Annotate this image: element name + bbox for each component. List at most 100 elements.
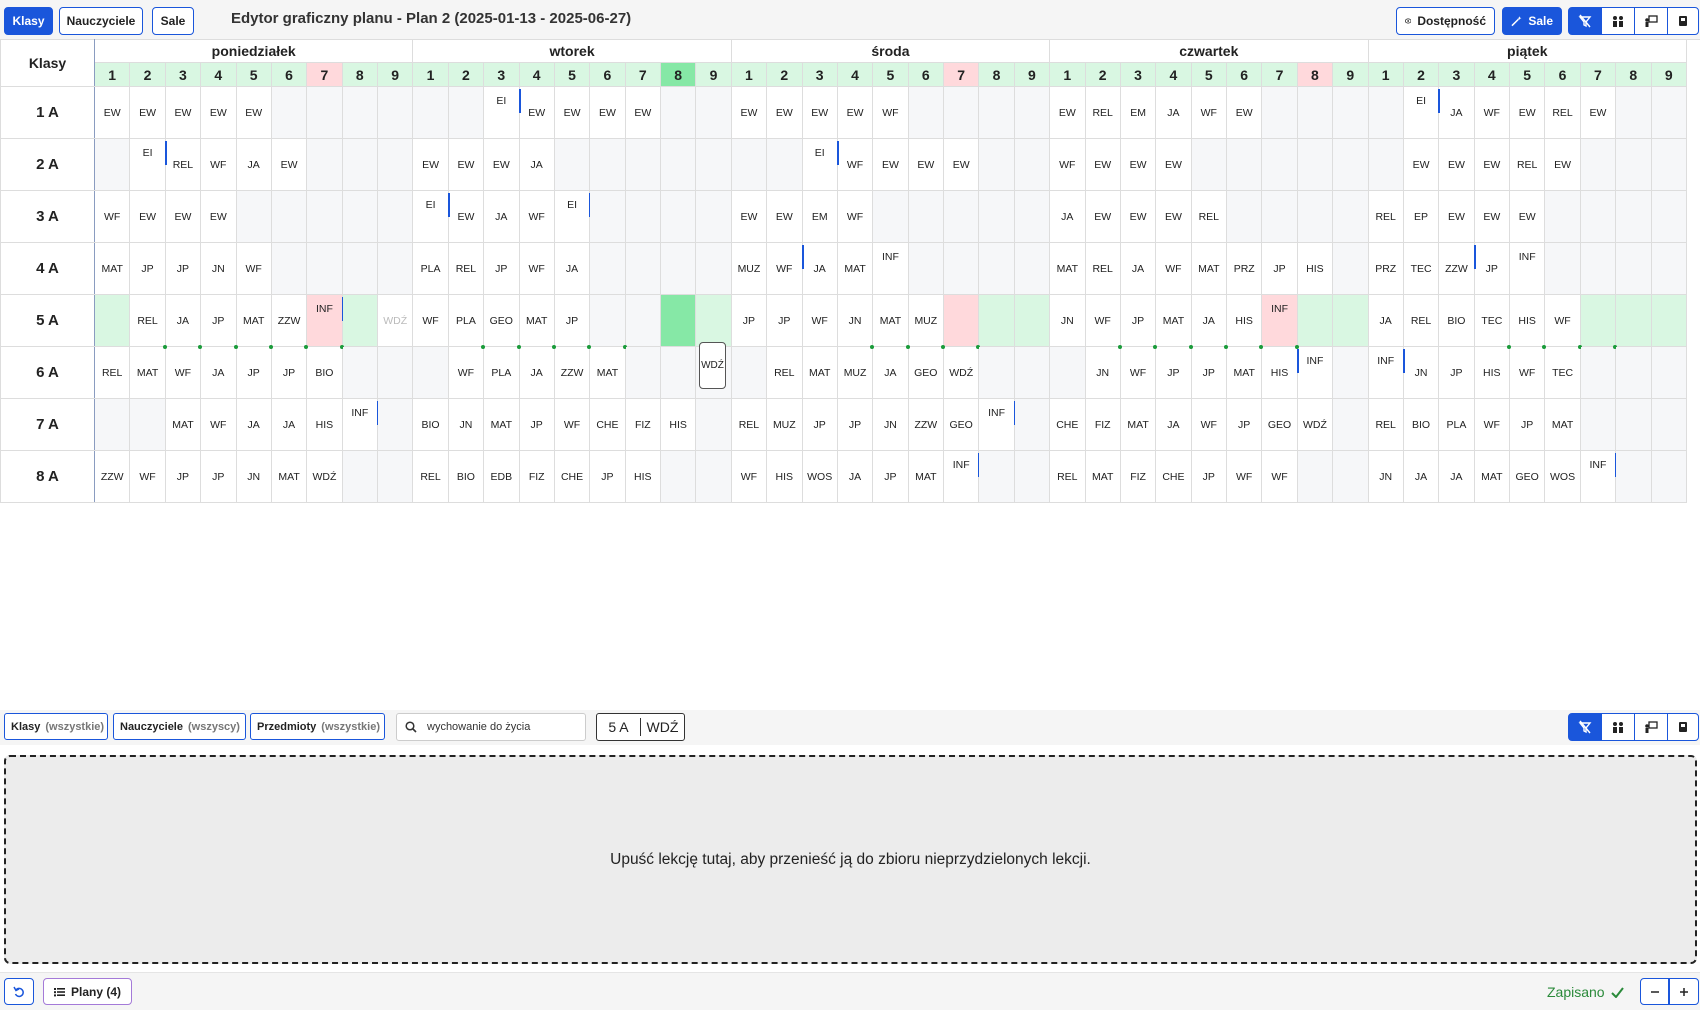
lesson-cell[interactable]: JA — [164, 294, 202, 347]
teacher-view-button-bottom[interactable] — [1634, 713, 1668, 741]
empty-slot[interactable] — [624, 242, 662, 295]
empty-slot[interactable] — [1615, 294, 1652, 347]
empty-slot[interactable] — [1013, 346, 1051, 399]
lesson-cell[interactable]: INF — [306, 294, 345, 347]
empty-slot[interactable] — [978, 138, 1015, 191]
lesson-cell[interactable]: JA — [1155, 86, 1192, 139]
empty-slot[interactable] — [942, 190, 980, 243]
empty-slot[interactable] — [695, 138, 732, 191]
empty-slot[interactable] — [695, 242, 732, 295]
empty-slot[interactable] — [1332, 86, 1369, 139]
lesson-cell[interactable]: MAT — [93, 242, 131, 295]
lesson-cell[interactable]: MAT — [872, 294, 909, 347]
empty-slot[interactable] — [659, 190, 697, 243]
lesson-cell[interactable]: EW — [164, 86, 202, 139]
lesson-cell[interactable]: EW — [1225, 86, 1263, 139]
lesson-cell[interactable]: MAT — [1084, 450, 1121, 503]
empty-slot[interactable] — [341, 190, 379, 243]
empty-slot[interactable] — [376, 190, 414, 243]
lesson-cell[interactable]: JP — [553, 294, 591, 347]
classes-filter-button[interactable]: Klasy (wszystkie) — [4, 713, 108, 740]
plans-button[interactable]: Plany (4) — [43, 978, 132, 1005]
lesson-cell[interactable]: MAT — [1049, 242, 1086, 295]
empty-slot[interactable] — [447, 86, 485, 139]
lesson-cell[interactable]: EP — [1402, 190, 1440, 243]
lesson-cell[interactable]: EW — [412, 138, 449, 191]
tab-teachers-button[interactable]: Nauczyciele — [59, 7, 143, 35]
empty-slot[interactable] — [907, 86, 945, 139]
empty-slot[interactable] — [1013, 190, 1051, 243]
lesson-cell[interactable]: EW — [1119, 138, 1157, 191]
empty-slot[interactable] — [624, 138, 662, 191]
teacher-view-button[interactable] — [1634, 7, 1668, 35]
empty-slot[interactable] — [624, 190, 662, 243]
lesson-cell[interactable]: CHE — [1155, 450, 1192, 503]
lesson-cell[interactable]: MAT — [235, 294, 272, 347]
empty-slot[interactable] — [1332, 294, 1369, 347]
empty-slot[interactable] — [1650, 346, 1687, 399]
lesson-cell[interactable]: MAT — [129, 345, 168, 399]
lesson-cell[interactable]: JA — [1155, 398, 1192, 451]
lesson-cell[interactable]: REL — [412, 450, 449, 503]
lesson-cell[interactable]: GEO — [942, 398, 980, 451]
lesson-cell[interactable]: JA — [518, 138, 555, 191]
lesson-cell[interactable]: INF — [1296, 346, 1334, 399]
empty-slot[interactable] — [589, 242, 626, 295]
empty-slot[interactable] — [341, 242, 379, 295]
empty-slot[interactable] — [93, 294, 131, 347]
lesson-cell[interactable]: WF — [1049, 138, 1086, 191]
lesson-cell[interactable]: EW — [730, 86, 768, 139]
lesson-cell[interactable]: JP — [589, 450, 626, 503]
lesson-cell[interactable]: INF — [1367, 346, 1406, 399]
lesson-cell[interactable]: MAT — [270, 450, 308, 503]
empty-slot[interactable] — [1615, 450, 1652, 503]
empty-slot[interactable] — [1544, 190, 1581, 243]
lesson-cell[interactable]: EW — [447, 190, 485, 243]
undo-button[interactable] — [4, 978, 34, 1005]
lesson-cell[interactable]: REL — [164, 138, 202, 191]
lesson-cell[interactable]: EW — [129, 86, 166, 139]
lesson-cell[interactable]: INF — [1508, 242, 1546, 295]
lesson-cell[interactable]: EI — [412, 190, 451, 243]
lesson-cell[interactable]: JN — [447, 398, 485, 451]
lesson-cell[interactable]: MAT — [836, 242, 874, 295]
subjects-filter-button[interactable]: Przedmioty (wszystkie) — [250, 713, 385, 740]
empty-slot[interactable] — [659, 294, 697, 347]
lesson-cell[interactable]: JP — [1119, 294, 1157, 347]
lesson-cell[interactable]: JP — [836, 398, 874, 451]
lesson-cell[interactable]: EW — [1438, 138, 1475, 191]
lesson-cell[interactable]: JA — [1402, 450, 1440, 503]
lesson-cell[interactable]: WF — [872, 86, 909, 139]
lesson-cell[interactable]: EW — [553, 86, 591, 139]
lesson-cell[interactable]: JP — [730, 294, 768, 347]
lesson-cell[interactable]: EW — [270, 138, 308, 191]
empty-slot[interactable] — [306, 86, 343, 139]
lesson-cell[interactable]: EW — [872, 138, 909, 191]
filter-off-button[interactable] — [1568, 7, 1602, 35]
empty-slot[interactable] — [1615, 190, 1652, 243]
empty-slot[interactable] — [624, 294, 662, 347]
lesson-cell[interactable]: JP — [270, 345, 310, 399]
empty-slot[interactable] — [1013, 450, 1051, 503]
lesson-cell[interactable]: FIZ — [1119, 450, 1157, 503]
empty-slot[interactable] — [872, 190, 909, 243]
lesson-cell[interactable]: JP — [200, 294, 237, 347]
lesson-cell[interactable]: JP — [1225, 398, 1263, 451]
lesson-cell[interactable]: EW — [624, 86, 662, 139]
empty-slot[interactable] — [978, 346, 1015, 399]
lesson-cell[interactable]: EW — [589, 86, 626, 139]
lesson-cell[interactable]: EW — [766, 86, 803, 139]
lesson-cell[interactable]: JP — [518, 398, 555, 451]
empty-slot[interactable] — [659, 450, 697, 503]
empty-slot[interactable] — [376, 398, 414, 451]
empty-slot[interactable] — [1650, 190, 1687, 243]
lesson-cell[interactable]: JA — [270, 398, 308, 451]
empty-slot[interactable] — [412, 346, 449, 399]
class-label[interactable]: 1 A — [0, 86, 95, 139]
zoom-out-button[interactable] — [1640, 978, 1669, 1005]
empty-slot[interactable] — [978, 450, 1015, 503]
empty-slot[interactable] — [766, 138, 803, 191]
lesson-cell[interactable]: REL — [1402, 294, 1440, 347]
lesson-cell[interactable]: JP — [1438, 346, 1475, 399]
lesson-cell[interactable]: JA — [836, 450, 874, 503]
